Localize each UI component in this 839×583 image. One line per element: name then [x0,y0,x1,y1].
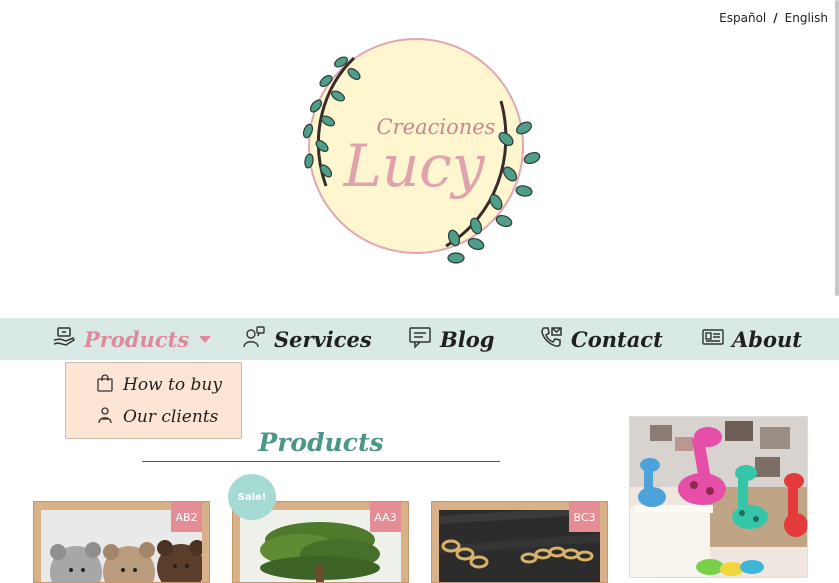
language-english-link[interactable]: English [785,11,828,25]
menu-item-our-clients[interactable]: Our clients [96,404,218,430]
product-code-badge: AB2 [171,502,202,532]
services-person-icon [242,325,266,354]
nav-services[interactable]: Services [242,318,372,360]
logo-title: Lucy [342,132,485,200]
nav-products[interactable]: Products [52,318,212,360]
language-switcher: Español / English [719,11,828,25]
nav-blog[interactable]: Blog [408,318,494,360]
main-nav: Products Services Blog Contact About [0,318,839,360]
product-code-badge: BC3 [569,502,600,532]
title-divider [142,461,500,462]
nav-contact[interactable]: Contact [539,318,663,360]
nav-about-label: About [732,326,802,352]
product-code-badge: AA3 [370,502,401,532]
section-title: Products [258,428,384,457]
about-card-icon [702,327,724,352]
nav-services-label: Services [274,326,372,352]
menu-item-how-to-buy-label: How to buy [123,375,222,395]
chevron-down-icon [199,335,212,343]
product-card-bracelet[interactable]: BC3 [431,501,608,583]
featured-image-plush-giraffes[interactable] [629,416,808,578]
contact-phone-icon [539,325,563,354]
menu-item-how-to-buy[interactable]: How to buy [96,372,222,398]
nav-blog-label: Blog [440,326,495,352]
nav-about[interactable]: About [702,318,802,360]
blog-chat-icon [408,325,432,354]
shopping-bag-icon [96,373,114,397]
product-card-crochet-bears[interactable]: AB2 [33,501,210,583]
language-spanish-link[interactable]: Español [719,11,766,25]
products-hand-icon [52,326,76,353]
page-scrollbar[interactable] [835,0,839,296]
site-logo[interactable]: Creaciones Lucy [296,36,546,266]
clients-icon [96,406,114,429]
menu-item-our-clients-label: Our clients [123,407,219,427]
nav-products-label: Products [84,326,190,352]
language-separator: / [773,11,778,25]
sale-badge: Sale! [228,474,276,520]
nav-contact-label: Contact [571,326,663,352]
